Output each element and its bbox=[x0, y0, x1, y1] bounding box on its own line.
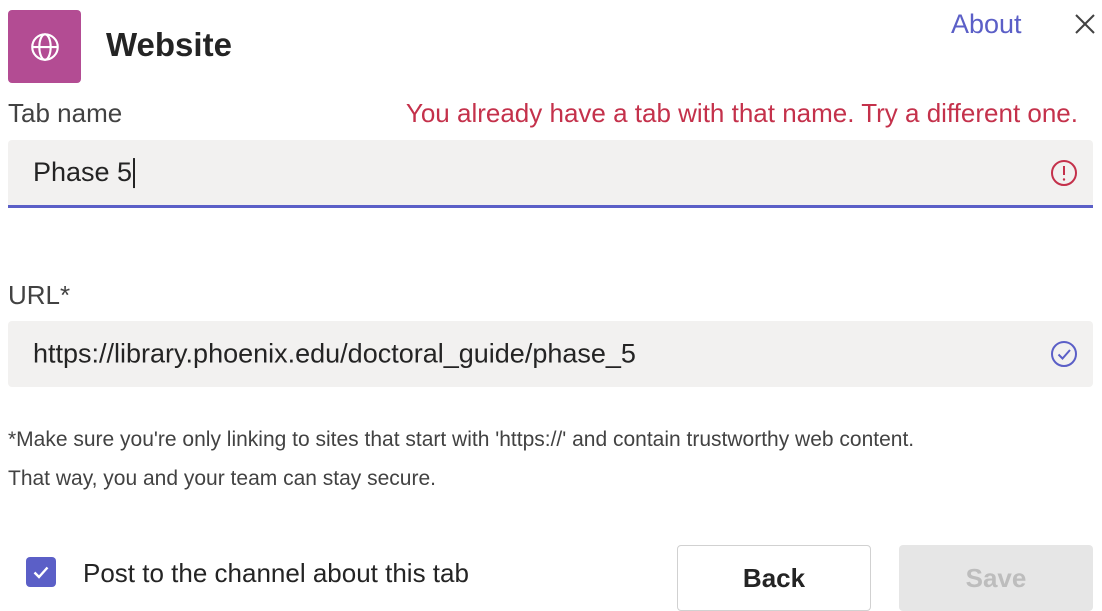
check-circle-icon bbox=[1051, 341, 1077, 367]
text-caret bbox=[133, 158, 136, 189]
tab-name-label: Tab name bbox=[8, 98, 123, 128]
security-note-line-1: *Make sure you're only linking to sites … bbox=[8, 428, 915, 451]
post-to-channel-label[interactable]: Post to the channel about this tab bbox=[83, 558, 469, 589]
back-button[interactable]: Back bbox=[677, 545, 871, 611]
error-circle-icon bbox=[1051, 159, 1077, 186]
tab-name-input[interactable]: Phase 5 bbox=[8, 140, 1093, 208]
tab-name-error-message: You already have a tab with that name. T… bbox=[405, 98, 1078, 128]
save-button[interactable]: Save bbox=[899, 545, 1093, 611]
checkmark-icon bbox=[33, 566, 49, 579]
url-input[interactable]: https://library.phoenix.edu/doctoral_gui… bbox=[8, 321, 1093, 387]
security-note: *Make sure you're only linking to sites … bbox=[8, 420, 1098, 498]
tab-name-value: Phase 5 bbox=[33, 157, 136, 189]
url-label: URL* bbox=[8, 280, 71, 310]
close-button[interactable] bbox=[1070, 9, 1100, 39]
security-note-line-2: That way, you and your team can stay sec… bbox=[8, 467, 436, 490]
url-value: https://library.phoenix.edu/doctoral_gui… bbox=[33, 338, 636, 369]
dialog-title: Website bbox=[106, 26, 232, 63]
about-link[interactable]: About bbox=[951, 9, 1022, 40]
close-icon bbox=[1075, 14, 1095, 34]
app-icon bbox=[8, 10, 81, 83]
post-to-channel-checkbox[interactable] bbox=[26, 557, 56, 587]
globe-icon bbox=[30, 32, 59, 61]
